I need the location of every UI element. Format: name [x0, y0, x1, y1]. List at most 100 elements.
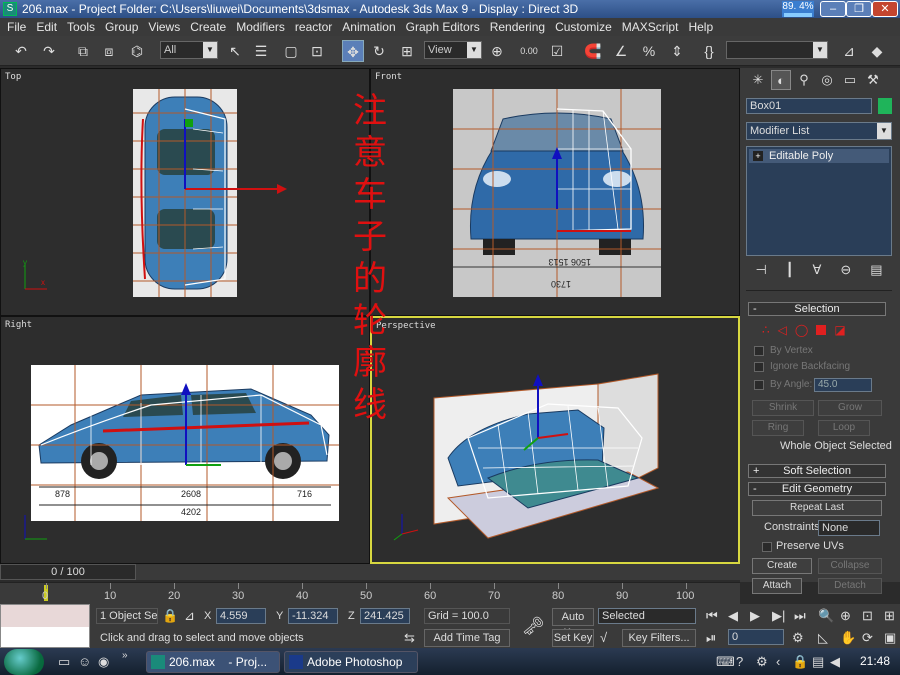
quick-launch-overflow-icon[interactable]: » [122, 650, 128, 661]
rectangular-selection-icon[interactable]: ▢ [280, 40, 302, 62]
menu-edit[interactable]: Edit [31, 20, 62, 34]
pivot-center-icon[interactable]: ⊕ [486, 40, 508, 62]
x-coordinate-field[interactable]: 4.559 [216, 608, 266, 624]
percent-snap-icon[interactable]: % [638, 40, 660, 62]
absolute-mode-icon[interactable]: ⊿ [184, 608, 195, 624]
arc-rotate-icon[interactable]: ⟳ [862, 630, 873, 646]
angle-snap-icon[interactable]: ∠ [610, 40, 632, 62]
border-icon[interactable]: ◯ [795, 323, 808, 337]
attach-button[interactable]: Attach [752, 578, 802, 594]
field-of-view-icon[interactable]: ◺ [818, 630, 828, 646]
time-tag-icon[interactable]: ⇆ [404, 630, 415, 646]
network-icon[interactable]: ▤ [812, 654, 824, 670]
named-selection-sets-icon[interactable]: {} [698, 40, 720, 62]
minimize-button[interactable]: – [820, 1, 846, 17]
time-configuration-icon[interactable]: ⚙ [792, 630, 804, 646]
zoom-extents-icon[interactable]: ⊡ [862, 608, 873, 624]
restore-button[interactable]: ❐ [846, 1, 872, 17]
quick-launch-icon[interactable]: ☺ [78, 654, 91, 669]
modify-tab-icon[interactable]: ◐ [771, 70, 791, 90]
select-and-move-icon[interactable]: ✥ [342, 40, 364, 62]
close-button[interactable]: ✕ [872, 1, 898, 17]
soft-selection-rollout-header[interactable]: + Soft Selection [748, 464, 886, 478]
hierarchy-tab-icon[interactable]: ⚲ [794, 70, 814, 90]
menu-maxscript[interactable]: MAXScript [617, 20, 684, 34]
menu-create[interactable]: Create [185, 20, 231, 34]
show-end-result-icon[interactable]: ┃ [786, 262, 794, 284]
unlink-icon[interactable]: ⧈ [98, 40, 120, 62]
key-icon[interactable]: 🗝 [522, 616, 545, 637]
edit-geometry-rollout-header[interactable]: - Edit Geometry [748, 482, 886, 496]
select-object-icon[interactable]: ↖ [224, 40, 246, 62]
lock-icon[interactable]: 🔒 [792, 654, 808, 670]
time-slider-thumb[interactable]: 0 / 100 [0, 564, 136, 580]
by-angle-checkbox[interactable] [754, 380, 764, 390]
key-filters-button[interactable]: Key Filters... [622, 629, 696, 647]
select-and-rotate-icon[interactable]: ↻ [368, 40, 390, 62]
motion-tab-icon[interactable]: ◎ [817, 70, 837, 90]
shrink-button[interactable]: Shrink [752, 400, 814, 416]
menu-tools[interactable]: Tools [62, 20, 100, 34]
key-mode-dropdown[interactable]: Selected [598, 608, 696, 624]
selection-rollout-header[interactable]: - Selection [748, 302, 886, 316]
repeat-last-button[interactable]: Repeat Last [752, 500, 882, 516]
add-time-tag-button[interactable]: Add Time Tag [424, 629, 510, 647]
go-to-end-icon[interactable]: ⏭ [794, 608, 806, 624]
quick-launch-icon[interactable]: ◉ [98, 654, 109, 670]
help-icon[interactable]: ? [736, 654, 743, 669]
vertex-icon[interactable]: ∴ [762, 323, 770, 337]
viewport-perspective[interactable]: Perspective [370, 316, 740, 564]
loop-button[interactable]: Loop [818, 420, 870, 436]
ignore-backfacing-checkbox[interactable] [754, 362, 764, 372]
current-frame-field[interactable]: 0 [728, 629, 784, 645]
select-by-name-icon[interactable]: ☰ [250, 40, 272, 62]
y-coordinate-field[interactable]: -11.324 [288, 608, 338, 624]
redo-icon[interactable]: ↷ [38, 40, 60, 62]
spinner-snap-toggle-icon[interactable]: ⇕ [666, 40, 688, 62]
create-button[interactable]: Create [752, 558, 812, 574]
arrow-icon[interactable]: ‹ [776, 654, 780, 669]
menu-graph-editors[interactable]: Graph Editors [401, 20, 485, 34]
viewport-top[interactable]: Top y x [0, 68, 370, 316]
viewport-front[interactable]: Front 1506 1513 1730 [370, 68, 740, 316]
configure-modifier-sets-icon[interactable]: ▤ [870, 262, 882, 284]
snap-toggle-icon[interactable]: 🧲 [582, 40, 604, 62]
link-icon[interactable]: ⧉ [72, 40, 94, 62]
display-tab-icon[interactable]: ▭ [840, 70, 860, 90]
track-bar[interactable]: 0 10 20 30 40 50 60 70 80 90 100 [0, 582, 740, 604]
next-frame-icon[interactable]: ▶| [772, 608, 785, 624]
ring-button[interactable]: Ring [752, 420, 804, 436]
edit-named-selection-icon[interactable]: ☑ [546, 40, 568, 62]
zoom-all-icon[interactable]: ⊕ [840, 608, 851, 624]
maximize-viewport-icon[interactable]: ▣ [884, 630, 896, 646]
z-coordinate-field[interactable]: 241.425 [360, 608, 410, 624]
app-icon[interactable]: S [3, 2, 17, 16]
lock-selection-icon[interactable]: 🔒 [162, 608, 178, 624]
create-tab-icon[interactable]: ✳ [748, 70, 768, 90]
play-icon[interactable]: ▶ [750, 608, 760, 624]
go-to-start-icon[interactable]: ⏮ [706, 608, 718, 624]
remove-modifier-icon[interactable]: ⊖ [840, 262, 851, 284]
task-photoshop[interactable]: Adobe Photoshop [284, 651, 418, 673]
show-desktop-icon[interactable]: ▭ [58, 654, 70, 670]
maxscript-listener[interactable] [0, 604, 90, 648]
select-and-scale-icon[interactable]: ⊞ [396, 40, 418, 62]
menu-reactor[interactable]: reactor [290, 20, 337, 34]
menu-rendering[interactable]: Rendering [485, 20, 550, 34]
grow-button[interactable]: Grow [818, 400, 882, 416]
menu-group[interactable]: Group [100, 20, 143, 34]
auto-key-button[interactable]: Auto Key [552, 608, 594, 639]
modifier-list-dropdown[interactable]: Modifier List ▼ [746, 122, 892, 140]
key-mode-toggle-icon[interactable]: ⏯ [706, 630, 716, 646]
previous-frame-icon[interactable]: ◀ [728, 608, 738, 624]
detach-button[interactable]: Detach [818, 578, 882, 594]
utilities-tab-icon[interactable]: ⚒ [863, 70, 883, 90]
start-button[interactable] [4, 649, 44, 675]
polygon-icon[interactable] [816, 325, 827, 335]
undo-icon[interactable]: ↶ [10, 40, 32, 62]
named-selection-dropdown[interactable]: ▼ [726, 41, 828, 59]
zoom-extents-all-icon[interactable]: ⊞ [884, 608, 895, 624]
task-3dsmax[interactable]: 206.max - Proj... [146, 651, 280, 673]
object-color-swatch[interactable] [878, 98, 892, 114]
mirror-icon[interactable]: ⊿ [838, 40, 860, 62]
